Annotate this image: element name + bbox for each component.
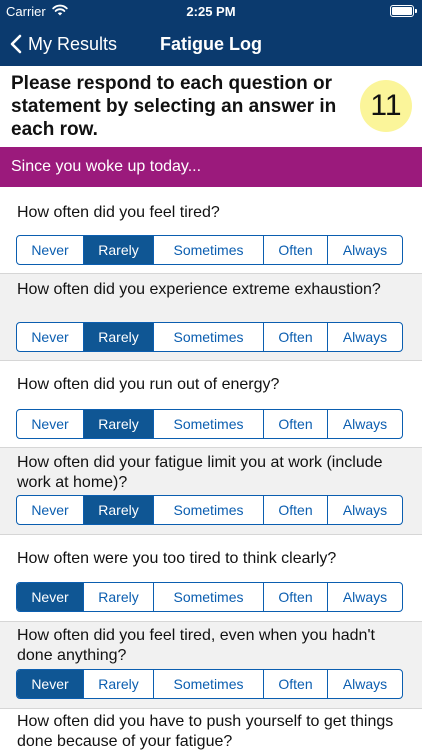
- question-text: How often were you too tired to think cl…: [17, 550, 337, 567]
- instructions-text: Please respond to each question or state…: [11, 73, 337, 140]
- section-header: Since you woke up today...: [0, 147, 422, 187]
- answer-segmented-control: Never Rarely Sometimes Often Always: [16, 322, 403, 352]
- answer-option-often[interactable]: Often: [264, 410, 328, 438]
- answer-option-never[interactable]: Never: [17, 670, 84, 698]
- page-number-badge: 11: [360, 80, 412, 132]
- answer-option-rarely[interactable]: Rarely: [84, 583, 154, 611]
- answer-option-sometimes[interactable]: Sometimes: [154, 583, 264, 611]
- answer-option-sometimes[interactable]: Sometimes: [154, 496, 264, 524]
- answer-option-sometimes[interactable]: Sometimes: [154, 323, 264, 351]
- answer-segmented-control: Never Rarely Sometimes Often Always: [16, 409, 403, 439]
- question-row: How often did you experience extreme exh…: [0, 274, 422, 361]
- answer-option-rarely[interactable]: Rarely: [84, 410, 154, 438]
- answer-segmented-control: Never Rarely Sometimes Often Always: [16, 669, 403, 699]
- answer-option-never[interactable]: Never: [17, 323, 84, 351]
- answer-segmented-control: Never Rarely Sometimes Often Always: [16, 235, 403, 265]
- question-text: How often did you feel tired?: [17, 204, 220, 221]
- question-text: How often did you experience extreme exh…: [17, 281, 381, 298]
- answer-option-always[interactable]: Always: [328, 410, 402, 438]
- answer-option-often[interactable]: Often: [264, 670, 328, 698]
- clock: 2:25 PM: [186, 4, 236, 19]
- answer-option-rarely[interactable]: Rarely: [84, 236, 154, 264]
- back-button-label: My Results: [28, 33, 118, 54]
- answer-option-never[interactable]: Never: [17, 410, 84, 438]
- answer-option-often[interactable]: Often: [264, 323, 328, 351]
- answer-option-often[interactable]: Often: [264, 236, 328, 264]
- answer-option-never[interactable]: Never: [17, 583, 84, 611]
- status-bar: Carrier 2:25 PM: [0, 0, 422, 22]
- answer-segmented-control: Never Rarely Sometimes Often Always: [16, 495, 403, 525]
- answer-option-sometimes[interactable]: Sometimes: [154, 410, 264, 438]
- question-row: How often did your fatigue limit you at …: [0, 448, 422, 535]
- question-text: How often did your fatigue limit you at …: [17, 454, 383, 491]
- answer-option-sometimes[interactable]: Sometimes: [154, 670, 264, 698]
- answer-option-always[interactable]: Always: [328, 670, 402, 698]
- answer-option-often[interactable]: Often: [264, 583, 328, 611]
- question-text: How often did you feel tired, even when …: [17, 627, 375, 664]
- answer-option-rarely[interactable]: Rarely: [84, 670, 154, 698]
- question-row: How often did you run out of energy? Neve…: [0, 361, 422, 448]
- answer-option-rarely[interactable]: Rarely: [84, 496, 154, 524]
- instructions-panel: Please respond to each question or state…: [0, 66, 422, 147]
- answer-option-often[interactable]: Often: [264, 496, 328, 524]
- answer-option-always[interactable]: Always: [328, 583, 402, 611]
- question-row: How often did you have to push yourself …: [0, 709, 422, 750]
- answer-segmented-control: Never Rarely Sometimes Often Always: [16, 582, 403, 612]
- back-button[interactable]: My Results: [10, 31, 117, 57]
- question-row: How often did you feel tired? Never Rarely…: [0, 187, 422, 274]
- answer-option-sometimes[interactable]: Sometimes: [154, 236, 264, 264]
- question-text: How often did you run out of energy?: [17, 376, 280, 393]
- question-row: How often did you feel tired, even when …: [0, 622, 422, 709]
- answer-option-rarely[interactable]: Rarely: [84, 323, 154, 351]
- question-text: How often did you have to push yourself …: [17, 713, 394, 750]
- answer-option-never[interactable]: Never: [17, 496, 84, 524]
- answer-option-always[interactable]: Always: [328, 496, 402, 524]
- chevron-left-icon: [10, 34, 22, 54]
- navigation-bar: My Results Fatigue Log: [0, 22, 422, 66]
- question-row: How often were you too tired to think cl…: [0, 535, 422, 622]
- answer-option-always[interactable]: Always: [328, 323, 402, 351]
- answer-option-never[interactable]: Never: [17, 236, 84, 264]
- answer-option-always[interactable]: Always: [328, 236, 402, 264]
- battery-icon: [390, 5, 417, 17]
